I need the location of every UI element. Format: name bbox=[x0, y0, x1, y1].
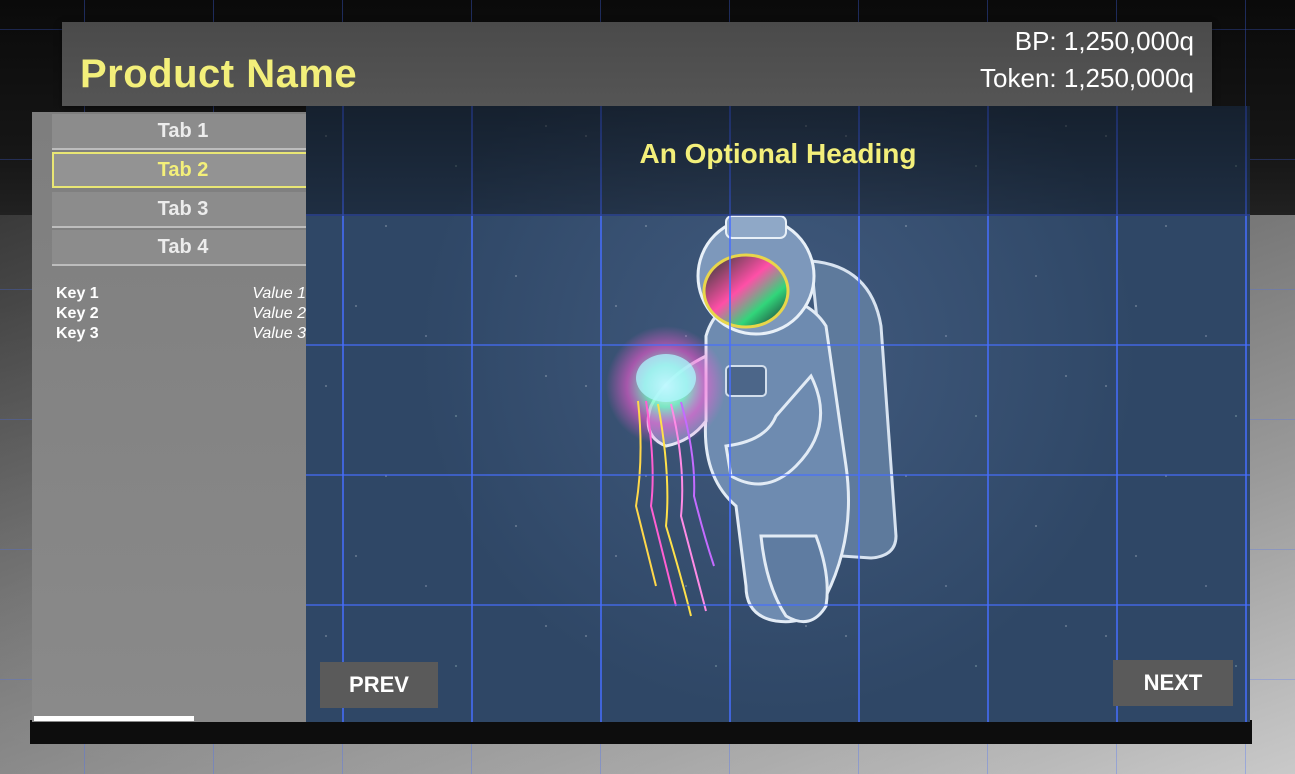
detail-row: Key 1 Value 1 bbox=[52, 285, 306, 305]
tab-4[interactable]: Tab 4 bbox=[52, 230, 314, 266]
tab-3[interactable]: Tab 3 bbox=[52, 192, 314, 228]
detail-value: Value 3 bbox=[252, 325, 306, 342]
panel-base bbox=[30, 720, 1252, 744]
product-display-panel: Product Name BP: 1,250,000q Token: 1,250… bbox=[30, 22, 1252, 744]
detail-key: Key 2 bbox=[56, 305, 99, 322]
detail-key: Key 3 bbox=[56, 325, 99, 342]
token-balance: Token: 1,250,000q bbox=[980, 63, 1194, 93]
detail-value: Value 1 bbox=[252, 285, 306, 302]
next-button[interactable]: NEXT bbox=[1113, 660, 1233, 706]
detail-value: Value 2 bbox=[252, 305, 306, 322]
product-title: Product Name bbox=[80, 52, 358, 96]
detail-row: Key 3 Value 3 bbox=[52, 325, 306, 345]
sidebar: Tab 1 Tab 2 Tab 3 Tab 4 Key 1 Value 1 Ke… bbox=[32, 112, 320, 722]
sidebar-scrollbar[interactable] bbox=[34, 716, 194, 721]
header-bar: Product Name BP: 1,250,000q Token: 1,250… bbox=[62, 22, 1212, 106]
content-area: An Optional Heading PREV NEXT bbox=[306, 106, 1250, 722]
tab-2[interactable]: Tab 2 bbox=[52, 152, 314, 188]
detail-row: Key 2 Value 2 bbox=[52, 305, 306, 325]
tab-1[interactable]: Tab 1 bbox=[52, 114, 314, 150]
bp-balance: BP: 1,250,000q bbox=[1014, 26, 1194, 56]
prev-button[interactable]: PREV bbox=[320, 662, 438, 708]
content-heading: An Optional Heading bbox=[639, 138, 917, 169]
detail-key: Key 1 bbox=[56, 285, 99, 302]
